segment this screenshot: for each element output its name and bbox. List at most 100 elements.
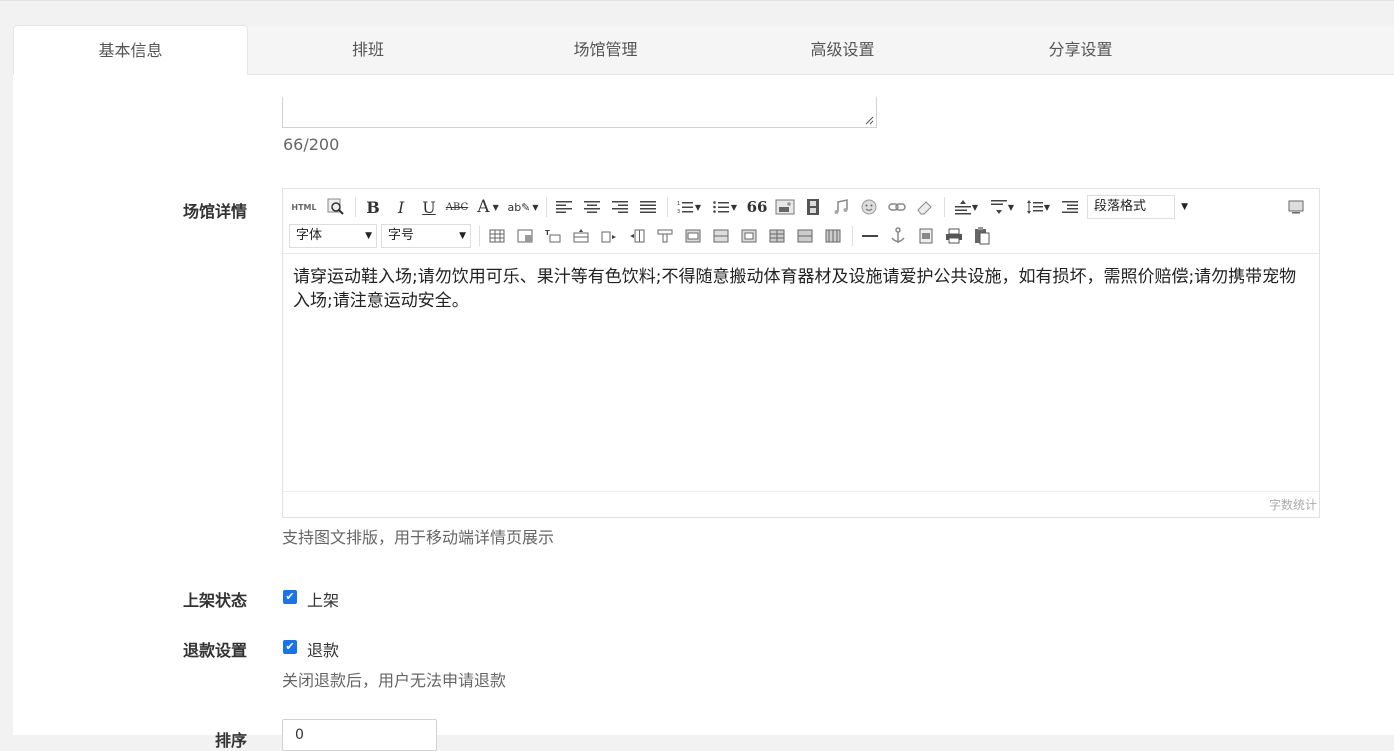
delete-table-button[interactable] xyxy=(822,225,844,247)
horizontal-rule-button[interactable] xyxy=(859,225,881,247)
indent-button[interactable] xyxy=(1059,196,1081,218)
font-size-select[interactable]: 字号 ▼ xyxy=(381,224,471,248)
checkmark-icon: ✔ xyxy=(285,590,295,603)
table-properties-button[interactable] xyxy=(514,225,536,247)
chevron-down-icon: ▼ xyxy=(492,202,499,212)
italic-button[interactable]: I xyxy=(390,196,412,218)
paste-button[interactable] xyxy=(971,225,993,247)
intro-textarea[interactable] xyxy=(282,97,877,128)
spacing-bottom-icon xyxy=(990,200,1007,214)
paragraph-spacing-bottom-button[interactable]: ▼ xyxy=(987,196,1017,218)
insert-table-button[interactable] xyxy=(486,225,508,247)
resize-handle-icon[interactable] xyxy=(865,116,874,125)
tab-share-settings[interactable]: 分享设置 xyxy=(988,25,1173,74)
refund-checkbox[interactable]: ✔ xyxy=(283,640,297,654)
tab-advanced-settings[interactable]: 高级设置 xyxy=(750,25,935,74)
horizontal-rule-icon xyxy=(862,235,878,237)
merge-right-icon xyxy=(685,229,701,243)
bold-button[interactable]: B xyxy=(362,196,384,218)
insert-video-button[interactable] xyxy=(802,196,824,218)
align-right-icon xyxy=(612,201,628,213)
image-icon xyxy=(775,199,795,215)
font-color-button[interactable]: A ▼ xyxy=(474,196,502,218)
blockquote-button[interactable]: 66 xyxy=(746,196,768,218)
highlight-button[interactable]: ab✎ ▼ xyxy=(507,196,538,218)
merge-down-button[interactable] xyxy=(710,225,732,247)
refund-settings-label: 退款设置 xyxy=(182,641,247,660)
sort-input[interactable]: 0 xyxy=(282,719,437,751)
refund-help-text: 关闭退款后，用户无法申请退款 xyxy=(282,671,507,690)
split-cols-button[interactable] xyxy=(794,225,816,247)
insert-col-before-icon xyxy=(630,229,645,243)
toolbar-row-1: HTML B I U ABC A ▼ ab✎ ▼ 1 3 ▼ ▼ 66 ▼ ▼ … xyxy=(289,194,1188,220)
merge-cells-button[interactable] xyxy=(654,225,676,247)
insert-row-button[interactable] xyxy=(570,225,592,247)
smiley-icon xyxy=(861,199,877,215)
line-height-button[interactable]: ▼ xyxy=(1023,196,1053,218)
delete-table-icon xyxy=(825,229,841,243)
align-center-button[interactable] xyxy=(581,196,603,218)
merge-cells-icon xyxy=(657,229,673,243)
clear-format-button[interactable] xyxy=(914,196,936,218)
form-panel: 66/200 场馆详情 HTML B I U ABC A ▼ ab✎ ▼ 1 3… xyxy=(13,75,1394,751)
align-left-button[interactable] xyxy=(553,196,575,218)
insert-image-button[interactable] xyxy=(774,196,796,218)
indent-icon xyxy=(1062,201,1078,213)
paragraph-format-select[interactable]: 段落格式 ▼ xyxy=(1087,195,1188,219)
rich-text-editor[interactable]: HTML B I U ABC A ▼ ab✎ ▼ 1 3 ▼ ▼ 66 ▼ ▼ … xyxy=(282,188,1320,518)
chevron-down-icon: ▼ xyxy=(365,231,372,241)
fullscreen-button[interactable] xyxy=(1285,196,1307,218)
split-cells-button[interactable] xyxy=(738,225,760,247)
insert-music-button[interactable] xyxy=(830,196,852,218)
split-rows-icon xyxy=(769,229,785,243)
tab-bar: 基本信息 排班 场馆管理 高级设置 分享设置 xyxy=(13,25,1394,76)
align-justify-button[interactable] xyxy=(637,196,659,218)
split-rows-button[interactable] xyxy=(766,225,788,247)
toolbar-separator xyxy=(546,197,547,217)
insert-title-row-button[interactable]: T xyxy=(542,225,564,247)
html-source-button[interactable]: HTML xyxy=(289,196,319,218)
refund-checkbox-label[interactable]: 退款 xyxy=(307,637,339,661)
editor-toolbar: HTML B I U ABC A ▼ ab✎ ▼ 1 3 ▼ ▼ 66 ▼ ▼ … xyxy=(283,189,1319,254)
listing-checkbox[interactable]: ✔ xyxy=(283,590,297,604)
align-justify-icon xyxy=(640,201,656,213)
chevron-down-icon: ▼ xyxy=(971,202,979,212)
eraser-icon xyxy=(917,201,932,215)
insert-column-icon xyxy=(601,231,616,243)
ordered-list-button[interactable]: 1 3 ▼ xyxy=(674,196,704,218)
font-family-select[interactable]: 字体 ▼ xyxy=(289,224,377,248)
strikethrough-button[interactable]: ABC xyxy=(446,196,468,218)
spacing-top-icon xyxy=(954,200,971,215)
music-icon xyxy=(834,199,848,214)
font-size-value: 字号 xyxy=(388,228,415,243)
paragraph-spacing-top-button[interactable]: ▼ xyxy=(951,196,981,218)
ordered-list-icon: 13 xyxy=(677,201,693,214)
sort-label: 排序 xyxy=(214,731,247,750)
editor-content[interactable]: 请穿运动鞋入场;请勿饮用可乐、果汁等有色饮料;不得随意搬动体育器材及设施请爱护公… xyxy=(293,265,1309,313)
underline-button[interactable]: U xyxy=(418,196,440,218)
toolbar-separator xyxy=(852,226,853,246)
listing-checkbox-label[interactable]: 上架 xyxy=(307,587,339,611)
print-button[interactable] xyxy=(943,225,965,247)
emoji-button[interactable] xyxy=(858,196,880,218)
merge-right-button[interactable] xyxy=(682,225,704,247)
align-right-button[interactable] xyxy=(609,196,631,218)
insert-column-button[interactable] xyxy=(598,225,620,247)
unordered-list-button[interactable]: ▼ xyxy=(710,196,740,218)
chevron-down-icon: ▼ xyxy=(1043,202,1051,212)
insert-link-button[interactable] xyxy=(886,196,908,218)
checkmark-icon: ✔ xyxy=(285,640,295,653)
insert-col-before-button[interactable] xyxy=(626,225,648,247)
tab-schedule[interactable]: 排班 xyxy=(273,25,463,74)
chevron-down-icon: ▼ xyxy=(694,202,702,212)
anchor-button[interactable] xyxy=(887,225,909,247)
page-break-button[interactable] xyxy=(915,225,937,247)
anchor-icon xyxy=(891,227,905,243)
tab-basic-info[interactable]: 基本信息 xyxy=(13,25,248,76)
toolbar-separator xyxy=(355,197,356,217)
tab-venue-management[interactable]: 场馆管理 xyxy=(513,25,698,74)
line-height-icon xyxy=(1026,200,1043,214)
chevron-down-icon: ▼ xyxy=(730,202,738,212)
preview-button[interactable] xyxy=(325,196,347,218)
monitor-icon xyxy=(1288,200,1304,214)
